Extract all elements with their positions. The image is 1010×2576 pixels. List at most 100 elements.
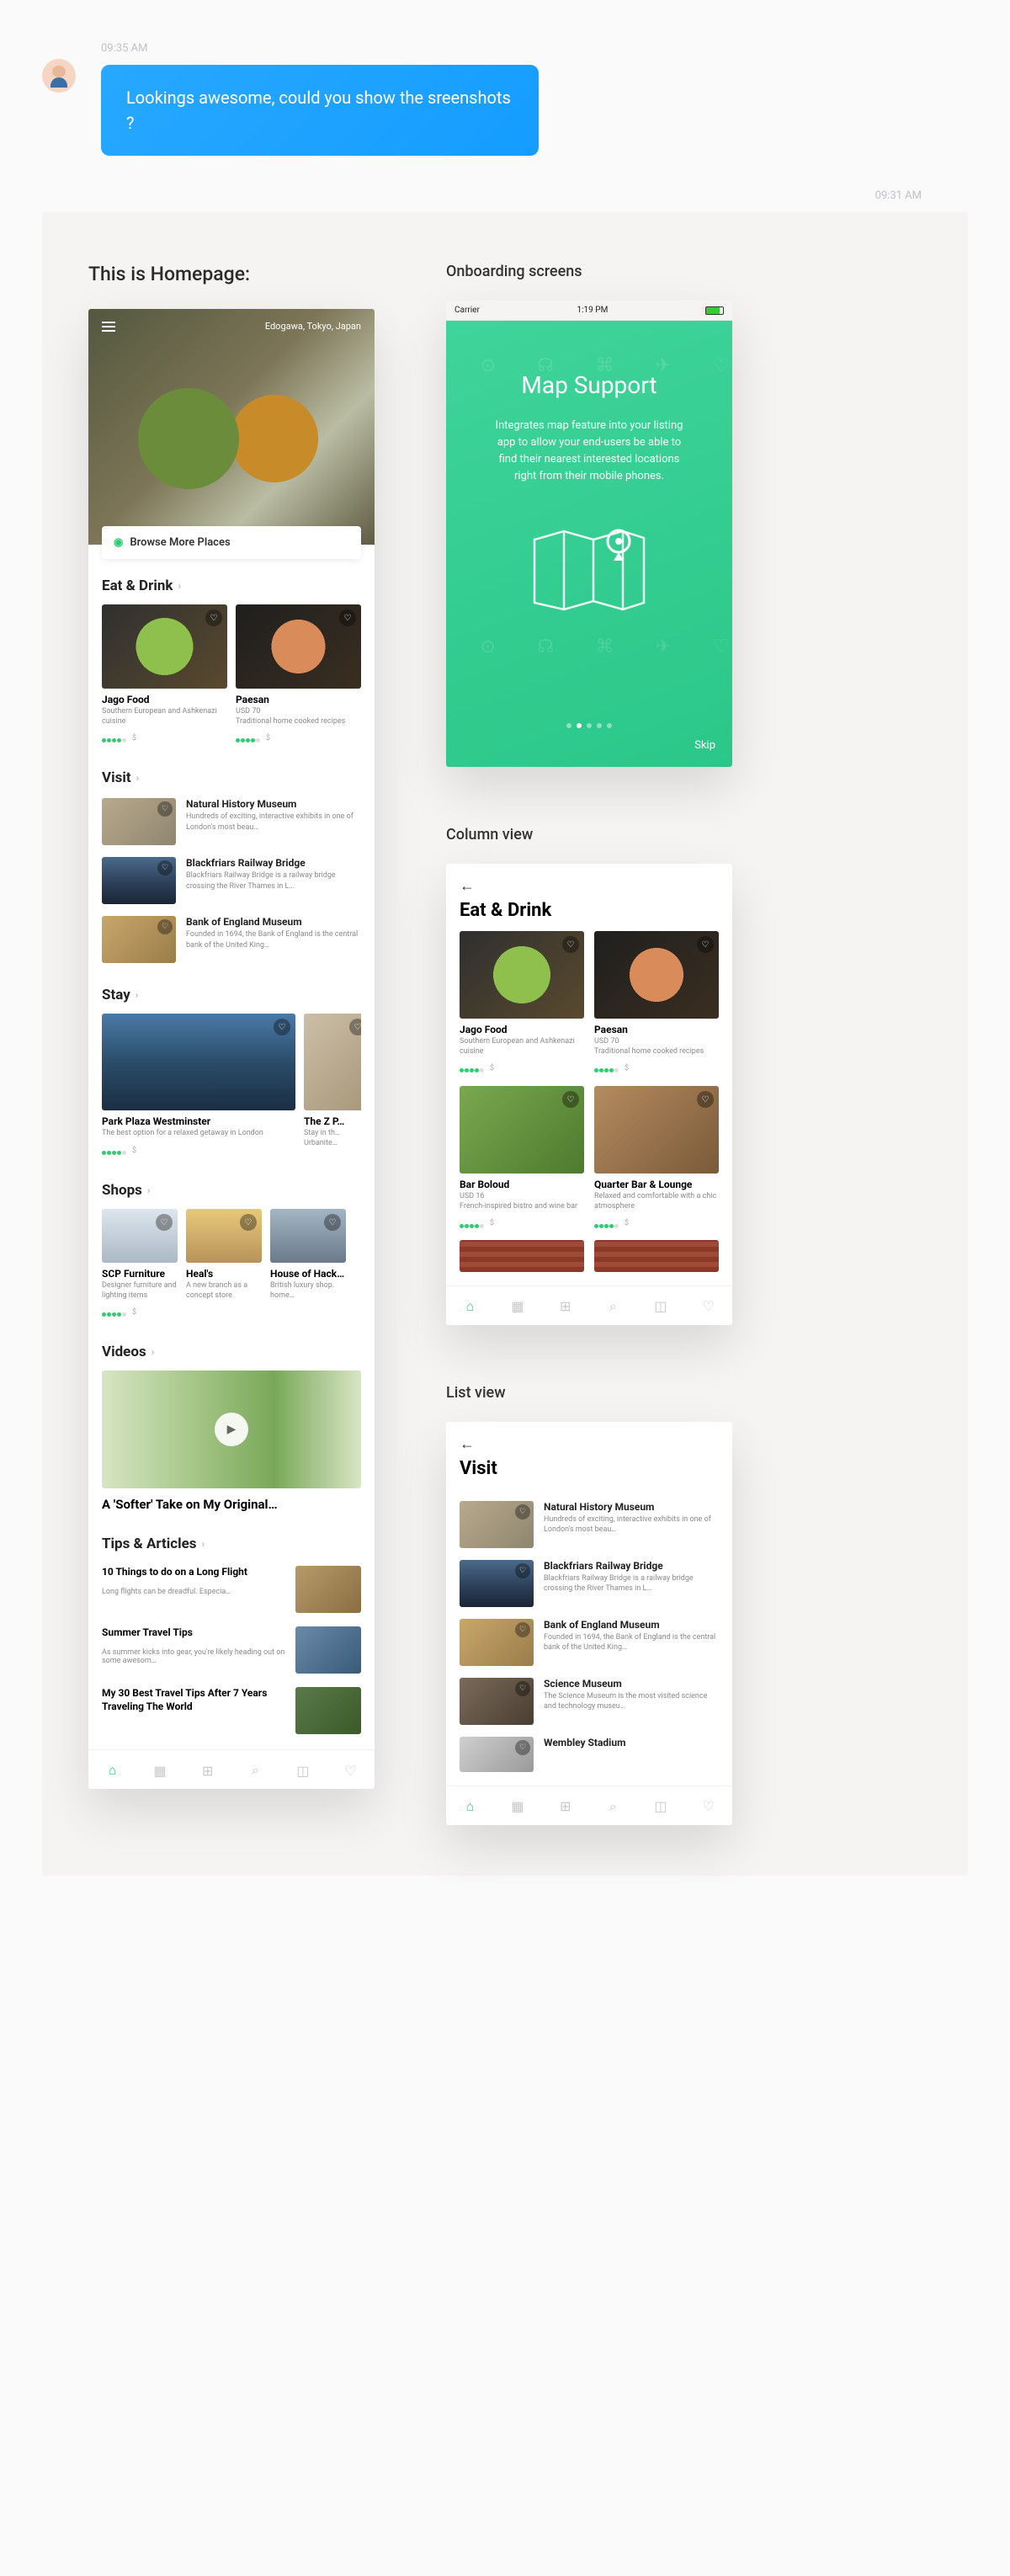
rating: $	[460, 1060, 584, 1076]
tab-map[interactable]: ⊞	[199, 1762, 216, 1779]
lv-row-bank[interactable]: ♡ Bank of England MuseumFounded in 1694,…	[460, 1619, 719, 1666]
favorite-icon[interactable]: ♡	[339, 609, 356, 626]
favorite-icon[interactable]: ♡	[562, 1091, 579, 1108]
skip-button[interactable]: Skip	[694, 739, 715, 752]
pin-icon: ◉	[114, 536, 123, 549]
section-shops[interactable]: Shops ›	[102, 1182, 361, 1199]
section-stay[interactable]: Stay ›	[102, 987, 361, 1003]
favorite-icon[interactable]: ♡	[562, 936, 579, 953]
favorite-icon[interactable]: ♡	[349, 1019, 361, 1035]
chevron-right-icon: ›	[178, 580, 181, 592]
back-button[interactable]: ←	[460, 1435, 719, 1458]
tab-grid[interactable]: ▦	[509, 1298, 526, 1315]
rating: $	[102, 730, 227, 746]
cv-card-quarter[interactable]: ♡ Quarter Bar & Lounge Relaxed and comfo…	[594, 1086, 719, 1231]
chat-bubble: Lookings awesome, could you show the sre…	[101, 65, 539, 156]
list-view-title: Visit	[460, 1458, 719, 1489]
cv-card-bar-boloud[interactable]: ♡ Bar Boloud USD 16 French-inspired bist…	[460, 1086, 584, 1231]
browse-more-places-button[interactable]: ◉ Browse More Places	[102, 526, 361, 559]
tab-home[interactable]: ⌂	[461, 1298, 478, 1315]
favorite-icon[interactable]: ♡	[324, 1214, 341, 1231]
tab-bar: ⌂ ▦ ⊞ ⌕ ◫ ♡	[446, 1285, 732, 1325]
visit-row-bank[interactable]: ♡ Bank of England MuseumFounded in 1694,…	[102, 916, 361, 963]
favorite-icon[interactable]: ♡	[274, 1019, 290, 1035]
lv-row-museum[interactable]: ♡ Natural History MuseumHundreds of exci…	[460, 1501, 719, 1548]
tip-row-1[interactable]: 10 Things to do on a Long FlightLong fli…	[102, 1566, 361, 1613]
tab-map[interactable]: ⊞	[557, 1298, 574, 1315]
tab-map[interactable]: ⊞	[557, 1798, 574, 1815]
homepage-hero: Edogawa, Tokyo, Japan	[88, 309, 375, 545]
back-button[interactable]: ←	[460, 877, 719, 900]
status-bar: Carrier 1:19 PM	[446, 301, 732, 321]
lv-row-bridge[interactable]: ♡ Blackfriars Railway BridgeBlackfriars …	[460, 1560, 719, 1607]
video-card[interactable]: ▶ A 'Softer' Take on My Original…	[102, 1370, 361, 1512]
favorite-icon[interactable]: ♡	[157, 860, 173, 876]
tab-grid[interactable]: ▦	[152, 1762, 168, 1779]
tab-favorites[interactable]: ♡	[700, 1298, 717, 1315]
phone-list-view: ← Visit ♡ Natural History MuseumHundreds…	[446, 1422, 732, 1825]
favorite-icon[interactable]: ♡	[515, 1740, 530, 1755]
cv-card-peek[interactable]	[594, 1240, 719, 1272]
list-view-heading: List view	[446, 1384, 922, 1402]
rating: $	[102, 1142, 295, 1158]
menu-icon[interactable]	[102, 326, 115, 327]
homepage-heading: This is Homepage:	[88, 263, 375, 285]
shop-card-heals[interactable]: ♡ Heal's A new branch as a concept store	[186, 1209, 262, 1320]
cv-card-paesan[interactable]: ♡ Paesan USD 70 Traditional home cooked …	[594, 931, 719, 1076]
cv-card-jago[interactable]: ♡ Jago Food Southern European and Ashken…	[460, 931, 584, 1076]
eat-card-jago[interactable]: ♡ Jago Food Southern European and Ashken…	[102, 604, 227, 746]
onboarding-title: Map Support	[478, 371, 700, 399]
reply-attachment-block: This is Homepage: Edogawa, Tokyo, Japan …	[42, 212, 968, 1876]
tab-grid[interactable]: ▦	[509, 1798, 526, 1815]
tip-row-2[interactable]: Summer Travel TipsAs summer kicks into g…	[102, 1626, 361, 1674]
rating: $	[594, 1216, 719, 1232]
favorite-icon[interactable]: ♡	[515, 1622, 530, 1637]
favorite-icon[interactable]: ♡	[240, 1214, 257, 1231]
shop-card-scp[interactable]: ♡ SCP Furniture Designer furniture and l…	[102, 1209, 178, 1320]
section-videos[interactable]: Videos ›	[102, 1344, 361, 1360]
favorite-icon[interactable]: ♡	[205, 609, 222, 626]
stay-card-z[interactable]: ♡ The Z P… Stay in th… Urbanite…	[304, 1014, 361, 1158]
message-time: 09:35 AM	[101, 42, 539, 55]
tip-row-3[interactable]: My 30 Best Travel Tips After 7 Years Tra…	[102, 1687, 361, 1734]
favorite-icon[interactable]: ♡	[515, 1563, 530, 1578]
tab-home[interactable]: ⌂	[461, 1798, 478, 1815]
phone-onboarding: Carrier 1:19 PM Map Support Integrates m…	[446, 301, 732, 767]
visit-row-museum[interactable]: ♡ Natural History MuseumHundreds of exci…	[102, 798, 361, 845]
chevron-right-icon: ›	[136, 989, 139, 1001]
section-tips[interactable]: Tips & Articles ›	[102, 1535, 361, 1552]
shop-card-hackney[interactable]: ♡ House of Hack… British luxury shop. ho…	[270, 1209, 346, 1320]
section-visit[interactable]: Visit ›	[102, 769, 361, 786]
tab-search[interactable]: ⌕	[604, 1298, 621, 1315]
tab-home[interactable]: ⌂	[104, 1762, 120, 1779]
play-icon[interactable]: ▶	[215, 1413, 248, 1446]
favorite-icon[interactable]: ♡	[697, 936, 714, 953]
favorite-icon[interactable]: ♡	[156, 1214, 173, 1231]
tab-search[interactable]: ⌕	[604, 1798, 621, 1815]
chevron-right-icon: ›	[136, 772, 140, 784]
tab-search[interactable]: ⌕	[247, 1762, 263, 1779]
favorite-icon[interactable]: ♡	[515, 1681, 530, 1696]
favorite-icon[interactable]: ♡	[515, 1504, 530, 1520]
column-view-heading: Column view	[446, 826, 922, 844]
favorite-icon[interactable]: ♡	[157, 919, 173, 934]
lv-row-wembley[interactable]: ♡ Wembley Stadium	[460, 1737, 719, 1772]
page-dots	[446, 716, 732, 732]
onboarding-heading: Onboarding screens	[446, 263, 922, 280]
tab-camera[interactable]: ◫	[295, 1762, 311, 1779]
phone-column-view: ← Eat & Drink ♡ Jago Food Southern Europ…	[446, 864, 732, 1325]
favorite-icon[interactable]: ♡	[697, 1091, 714, 1108]
section-eat-drink[interactable]: Eat & Drink ›	[102, 577, 361, 594]
tab-favorites[interactable]: ♡	[343, 1762, 359, 1779]
stay-card-park-plaza[interactable]: ♡ Park Plaza Westminster The best option…	[102, 1014, 295, 1158]
phone-homepage: Edogawa, Tokyo, Japan ◉ Browse More Plac…	[88, 309, 375, 1789]
tab-favorites[interactable]: ♡	[700, 1798, 717, 1815]
tab-bar: ⌂ ▦ ⊞ ⌕ ◫ ♡	[88, 1749, 375, 1789]
tab-camera[interactable]: ◫	[652, 1798, 669, 1815]
favorite-icon[interactable]: ♡	[157, 801, 173, 817]
cv-card-peek[interactable]	[460, 1240, 584, 1272]
eat-card-paesan[interactable]: ♡ Paesan USD 70 Traditional home cooked …	[236, 604, 361, 746]
lv-row-science[interactable]: ♡ Science MuseumThe Science Museum is th…	[460, 1678, 719, 1725]
visit-row-bridge[interactable]: ♡ Blackfriars Railway BridgeBlackfriars …	[102, 857, 361, 904]
tab-camera[interactable]: ◫	[652, 1298, 669, 1315]
